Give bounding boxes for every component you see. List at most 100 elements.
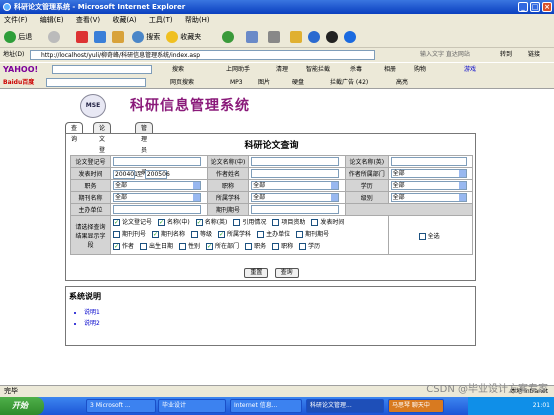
baidu-item[interactable]: 拦截广告 (42)	[330, 76, 368, 89]
display-field-checkbox[interactable]: ✓	[152, 231, 160, 238]
bluetooth-button[interactable]	[344, 30, 356, 44]
display-field-checkbox[interactable]	[140, 243, 148, 250]
display-field-option[interactable]: 项目资助	[272, 217, 305, 229]
edit-button[interactable]	[290, 30, 302, 44]
reset-button[interactable]: 重置	[244, 268, 269, 278]
baidu-search-button[interactable]: 网页搜索	[170, 76, 194, 89]
mail-button[interactable]	[246, 30, 258, 44]
display-field-option[interactable]: ✓ 名称(中)	[158, 217, 190, 229]
display-field-checkbox[interactable]: ✓	[113, 243, 120, 250]
display-field-checkbox[interactable]	[245, 243, 253, 250]
menu-view[interactable]: 查看(V)	[76, 16, 100, 24]
baidu-item[interactable]: 图片	[258, 76, 270, 89]
display-field-checkbox[interactable]	[272, 243, 280, 250]
display-field-option[interactable]: 性别	[179, 241, 200, 253]
display-field-checkbox[interactable]: ✓	[113, 219, 120, 226]
author-name-input[interactable]	[251, 169, 340, 178]
window-titlebar[interactable]: 科研论文管理系统 - Microsoft Internet Explorer _…	[0, 0, 554, 14]
clock[interactable]: 21:01	[533, 402, 550, 409]
query-button[interactable]: 查询	[274, 268, 299, 278]
subject-select[interactable]: 全部	[251, 193, 340, 202]
favorites-button[interactable]: 收藏夹	[166, 30, 201, 44]
task-word[interactable]: 3 Microsoft ...	[86, 399, 156, 413]
display-field-checkbox[interactable]	[233, 219, 241, 226]
display-field-checkbox[interactable]: ✓	[195, 219, 203, 226]
yahoo-item[interactable]: 清理	[276, 63, 288, 77]
messenger-button[interactable]	[308, 30, 320, 44]
menu-file[interactable]: 文件(F)	[4, 16, 28, 24]
display-field-checkbox[interactable]	[257, 231, 265, 238]
display-field-option[interactable]: 职务	[245, 241, 266, 253]
display-field-option[interactable]: ✓ 所在部门	[206, 241, 239, 253]
display-field-option[interactable]: ✓ 名称(英)	[195, 217, 227, 229]
display-field-option[interactable]: ✓ 期刊名称	[152, 229, 185, 241]
task-iis[interactable]: Internet 信息...	[230, 399, 302, 413]
display-field-option[interactable]: 期刊刊号	[113, 229, 146, 241]
yahoo-item[interactable]: 购物	[414, 63, 426, 77]
paper-name-en-input[interactable]	[390, 157, 467, 166]
title-select[interactable]: 全部	[113, 181, 201, 190]
forward-button[interactable]	[48, 30, 60, 44]
time-from-input[interactable]: 200401	[113, 169, 138, 179]
display-field-option[interactable]: 期刊期号	[296, 229, 329, 241]
display-field-option[interactable]: 主办单位	[257, 229, 290, 241]
journal-name-select[interactable]: 全部	[113, 193, 201, 202]
display-field-checkbox[interactable]	[272, 219, 280, 226]
rank-select[interactable]: 全部	[251, 181, 340, 190]
system-info-link-1[interactable]: 说明1	[84, 307, 100, 316]
issue-no-input[interactable]	[251, 205, 340, 214]
host-unit-input[interactable]	[113, 205, 201, 214]
task-ie[interactable]: 科研论文管理...	[306, 399, 384, 413]
menu-help[interactable]: 帮助(H)	[185, 16, 210, 24]
display-field-checkbox[interactable]	[179, 243, 187, 250]
yahoo-item[interactable]: 智能拦截	[306, 63, 330, 77]
stop-button[interactable]	[76, 30, 88, 44]
close-button[interactable]: ×	[542, 2, 552, 12]
display-field-option[interactable]: 等级	[191, 229, 212, 241]
baidu-item[interactable]: MP3	[230, 76, 243, 89]
paper-no-input[interactable]	[113, 157, 201, 166]
direct-input-hint[interactable]: 输入文字 直达网站	[420, 48, 470, 62]
display-field-option[interactable]: 发表时间	[311, 217, 344, 229]
display-field-checkbox[interactable]	[299, 243, 307, 250]
time-to-input[interactable]: 200506	[144, 169, 170, 179]
display-field-checkbox[interactable]	[296, 231, 304, 238]
refresh-button[interactable]	[94, 30, 106, 44]
baidu-item[interactable]: 硬盘	[292, 76, 304, 89]
display-field-option[interactable]: ✓ 所属学科	[218, 229, 251, 241]
level-select[interactable]: 全部	[390, 193, 467, 202]
menu-favorites[interactable]: 收藏(A)	[112, 16, 136, 24]
display-field-checkbox[interactable]: ✓	[218, 231, 226, 238]
yahoo-logo[interactable]: YAHOO!	[3, 63, 38, 77]
degree-select[interactable]: 全部	[390, 181, 467, 190]
author-dept-select[interactable]: 全部	[390, 169, 467, 178]
print-button[interactable]	[268, 30, 280, 44]
go-button[interactable]: 转到	[500, 48, 512, 62]
display-field-option[interactable]: 学历	[299, 241, 320, 253]
paper-name-cn-input[interactable]	[251, 157, 340, 166]
display-field-option[interactable]: ✓ 论文登记号	[113, 217, 152, 229]
baidu-search-input[interactable]	[46, 78, 146, 87]
yahoo-item[interactable]: 杀毒	[350, 63, 362, 77]
display-field-option[interactable]: 出生日期	[140, 241, 173, 253]
display-field-checkbox[interactable]: ✓	[206, 243, 214, 250]
media-button[interactable]	[222, 30, 234, 44]
display-field-checkbox[interactable]	[113, 231, 120, 238]
display-field-checkbox[interactable]	[191, 231, 199, 238]
task-folder[interactable]: 毕业设计	[158, 399, 226, 413]
task-chat[interactable]: 马思琴 聊天中	[388, 399, 444, 413]
start-button[interactable]: 开始	[0, 397, 44, 415]
home-button[interactable]	[112, 30, 124, 44]
qq-button[interactable]	[326, 30, 338, 44]
yahoo-item[interactable]: 上网助手	[226, 63, 250, 77]
yahoo-item[interactable]: 相册	[384, 63, 396, 77]
baidu-logo[interactable]: Baidu百度	[3, 76, 34, 89]
yahoo-search-button[interactable]: 搜索	[172, 63, 184, 77]
display-field-option[interactable]: ✓ 作者	[113, 241, 134, 253]
menu-tools[interactable]: 工具(T)	[149, 16, 173, 24]
select-all-checkbox[interactable]	[418, 232, 426, 240]
links-button[interactable]: 链接	[528, 48, 540, 62]
display-field-option[interactable]: 职称	[272, 241, 293, 253]
maximize-button[interactable]: □	[530, 2, 540, 12]
baidu-item[interactable]: 高亮	[396, 76, 408, 89]
